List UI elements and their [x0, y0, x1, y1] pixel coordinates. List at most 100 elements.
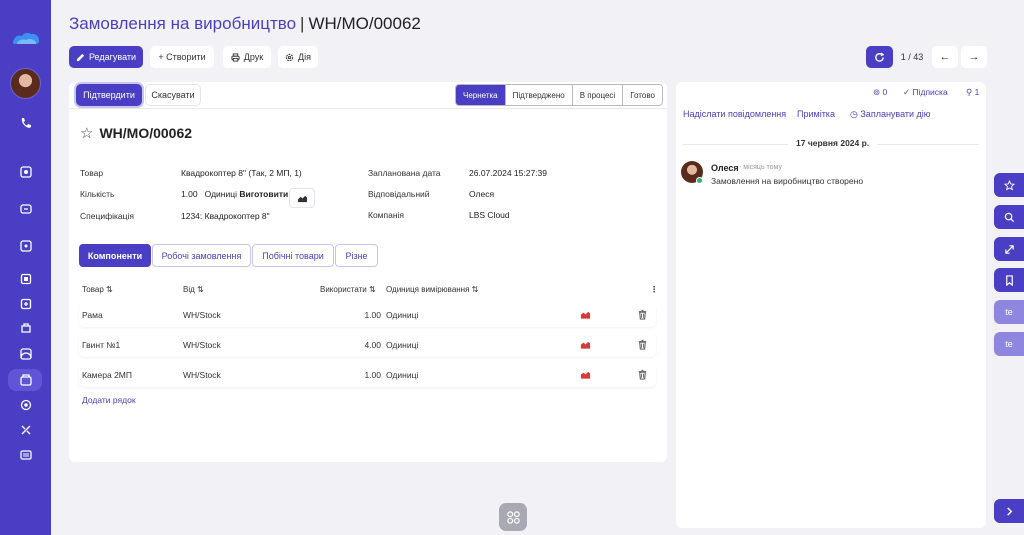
edit-button[interactable]: Редагувати	[69, 46, 143, 68]
row-qty[interactable]: 4.00	[349, 340, 381, 350]
column-header-product[interactable]: Товар ⇅	[82, 285, 113, 294]
trash-icon[interactable]	[637, 369, 648, 380]
action-button[interactable]: Дія	[278, 46, 318, 68]
breadcrumb-model[interactable]: Замовлення на виробництво	[69, 14, 296, 33]
form-statusbar: Підтвердити Скасувати Чернетка Підтвердж…	[69, 82, 667, 109]
star-icon[interactable]: ☆	[80, 124, 93, 142]
trash-icon[interactable]	[637, 339, 648, 350]
bom-value[interactable]: 1234: Квадрокоптер 8"	[181, 211, 270, 221]
menu-app-icon-2[interactable]	[17, 200, 34, 217]
forecast-chart-button[interactable]	[289, 188, 315, 208]
stage-in-progress[interactable]: В процесі	[571, 85, 623, 105]
search-dock-button[interactable]	[994, 205, 1024, 229]
expand-dock-button[interactable]	[994, 237, 1024, 261]
pager-next-button[interactable]: →	[961, 46, 987, 68]
breadcrumb-record: WH/MO/00062	[308, 14, 421, 33]
area-chart-icon	[297, 195, 307, 202]
responsible-value[interactable]: Олеся	[469, 189, 494, 199]
menu-app-icon-5[interactable]	[17, 295, 34, 312]
table-row[interactable]: Гвинт №1 WH/Stock 4.00 Одиниці	[79, 333, 656, 357]
forecast-chart-red-icon[interactable]	[580, 369, 591, 380]
menu-app-icon-6[interactable]	[17, 319, 34, 336]
stage-draft[interactable]: Чернетка	[456, 85, 505, 105]
apps-grid-button[interactable]	[499, 503, 527, 531]
row-uom[interactable]: Одиниці	[386, 340, 418, 350]
scheduled-date-value[interactable]: 26.07.2024 15:27:39	[469, 168, 547, 178]
te-dock-button-2[interactable]: te	[994, 332, 1024, 356]
trash-icon[interactable]	[637, 309, 648, 320]
cloud-logo-icon[interactable]	[11, 30, 41, 46]
te-dock-button-1[interactable]: te	[994, 300, 1024, 324]
print-button[interactable]: Друк	[223, 46, 271, 68]
row-uom[interactable]: Одиниці	[386, 310, 418, 320]
schedule-activity-button[interactable]: ◷ Запланувати дію	[850, 109, 931, 120]
company-value[interactable]: LBS Cloud	[469, 210, 510, 220]
quantity-value[interactable]: 1.00	[181, 189, 198, 199]
expand-icon	[1004, 244, 1014, 254]
menu-app-icon-3[interactable]	[17, 237, 34, 254]
menu-app-icon-8[interactable]	[17, 396, 34, 413]
star-outline-icon	[1003, 179, 1015, 191]
row-product[interactable]: Камера 2МП	[82, 370, 132, 380]
log-note-button[interactable]: Примітка	[797, 109, 835, 119]
quantity-field[interactable]: 1.00 Одиниці Виготовити	[181, 189, 288, 199]
pager-counter[interactable]: 1 / 43	[895, 46, 929, 68]
responsible-label: Відповідальний	[368, 189, 430, 199]
menu-app-icon-7[interactable]	[17, 345, 34, 362]
row-from[interactable]: WH/Stock	[183, 310, 221, 320]
menu-app-icon-4[interactable]	[17, 270, 34, 287]
collapse-dock-button[interactable]	[994, 499, 1024, 523]
send-message-button[interactable]: Надіслати повідомлення	[683, 109, 786, 119]
menu-app-icon-manufacturing[interactable]	[17, 371, 34, 388]
menu-app-icon-1[interactable]	[17, 163, 34, 180]
add-line-link[interactable]: Додати рядок	[82, 395, 136, 405]
pager-previous-button[interactable]: ←	[932, 46, 958, 68]
tab-components[interactable]: Компоненти	[79, 244, 151, 267]
pencil-icon	[76, 53, 85, 61]
row-qty[interactable]: 1.00	[349, 370, 381, 380]
bookmark-icon	[1005, 274, 1013, 286]
online-status-dot	[696, 177, 703, 184]
bookmark-dock-button[interactable]	[994, 268, 1024, 292]
table-row[interactable]: Камера 2МП WH/Stock 1.00 Одиниці	[79, 363, 656, 387]
menu-app-icon-9[interactable]	[17, 421, 34, 438]
tab-by-products[interactable]: Побічні товари	[252, 244, 334, 267]
chatter-panel: ⊚ 0 ✓ Підписка ⚲ 1 Надіслати повідомленн…	[676, 82, 986, 528]
create-button-label: + Створити	[158, 52, 206, 62]
forecast-chart-red-icon[interactable]	[580, 339, 591, 350]
clock-icon: ◷	[850, 109, 858, 119]
row-qty[interactable]: 1.00	[349, 310, 381, 320]
attachments-button[interactable]: ⊚ 0	[873, 87, 887, 98]
follow-button[interactable]: ✓ Підписка	[903, 87, 948, 98]
stage-confirmed[interactable]: Підтверджено	[504, 85, 572, 105]
confirm-button[interactable]: Підтвердити	[76, 84, 142, 106]
row-from[interactable]: WH/Stock	[183, 340, 221, 350]
forecast-chart-red-icon[interactable]	[580, 309, 591, 320]
person-icon: ⚲	[966, 87, 973, 97]
column-header-used[interactable]: Використати ⇅	[320, 285, 376, 294]
table-row[interactable]: Рама WH/Stock 1.00 Одиниці	[79, 303, 656, 327]
column-header-uom[interactable]: Одиниця вимірювання ⇅	[386, 285, 478, 294]
row-product[interactable]: Рама	[82, 310, 103, 320]
row-product[interactable]: Гвинт №1	[82, 340, 120, 350]
phone-icon[interactable]	[17, 114, 34, 131]
column-header-from[interactable]: Від ⇅	[183, 285, 204, 294]
check-icon: ✓	[903, 87, 911, 97]
refresh-button[interactable]	[866, 46, 893, 68]
favorites-dock-button[interactable]	[994, 173, 1024, 197]
message-author[interactable]: Олеся	[711, 163, 739, 173]
row-from[interactable]: WH/Stock	[183, 370, 221, 380]
breadcrumb-separator: |	[300, 14, 305, 33]
tab-work-orders[interactable]: Робочі замовлення	[152, 244, 251, 267]
kebab-menu-icon[interactable]: ⋮	[650, 285, 658, 294]
date-separator-label: 17 червня 2024 р.	[788, 138, 878, 148]
tab-misc[interactable]: Різне	[335, 244, 378, 267]
product-value[interactable]: Квадрокоптер 8" (Так, 2 МП, 1)	[181, 168, 302, 178]
stage-done[interactable]: Готово	[622, 85, 662, 105]
followers-button[interactable]: ⚲ 1	[966, 87, 979, 98]
cancel-button[interactable]: Скасувати	[145, 84, 201, 106]
menu-app-icon-10[interactable]	[17, 446, 34, 463]
row-uom[interactable]: Одиниці	[386, 370, 418, 380]
create-button[interactable]: + Створити	[150, 46, 214, 68]
user-avatar[interactable]	[10, 68, 41, 99]
